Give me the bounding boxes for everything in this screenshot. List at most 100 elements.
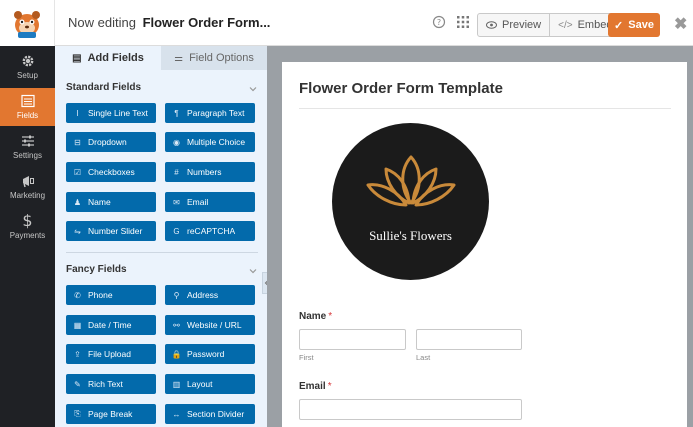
first-name-input[interactable] bbox=[299, 329, 406, 350]
chevron-down-icon[interactable] bbox=[248, 266, 258, 276]
slider-icon: ⇋ bbox=[74, 226, 81, 236]
grid-icon[interactable] bbox=[457, 16, 469, 28]
tab-add-fields-label: Add Fields bbox=[87, 52, 144, 64]
standard-fields-heading[interactable]: Standard Fields bbox=[66, 82, 141, 93]
field-label: Phone bbox=[88, 290, 113, 300]
field-dropdown[interactable]: ⊟ Dropdown bbox=[66, 132, 156, 152]
email-input[interactable] bbox=[299, 399, 522, 420]
layout-icon: ▥ bbox=[172, 379, 181, 389]
svg-text:?: ? bbox=[437, 18, 441, 27]
sliders-icon bbox=[21, 135, 34, 147]
pencil-icon: ✎ bbox=[74, 379, 81, 389]
tab-field-options-label: Field Options bbox=[189, 52, 254, 64]
map-pin-icon: ⚲ bbox=[173, 290, 180, 300]
field-label: Email bbox=[187, 197, 209, 207]
fancy-fields-heading[interactable]: Fancy Fields bbox=[66, 264, 127, 275]
field-section-divider[interactable]: ↔ Section Divider bbox=[165, 404, 255, 424]
field-date-time[interactable]: ▦ Date / Time bbox=[66, 315, 156, 335]
tab-field-options[interactable]: ⚌ Field Options bbox=[161, 46, 267, 70]
now-editing-text: Now editing Flower Order Form... bbox=[68, 15, 270, 30]
email-label-text: Email bbox=[299, 381, 326, 392]
field-label: Numbers bbox=[187, 167, 222, 177]
field-label: Name bbox=[88, 197, 111, 207]
chevron-down-icon[interactable] bbox=[248, 84, 258, 94]
megaphone-icon bbox=[22, 176, 34, 188]
help-icon[interactable]: ? bbox=[432, 15, 446, 29]
nav-settings[interactable]: Settings bbox=[0, 128, 55, 166]
name-label-text: Name bbox=[299, 311, 327, 322]
field-label: Page Break bbox=[88, 409, 133, 419]
brand-name: Sullie's Flowers bbox=[369, 228, 452, 243]
field-paragraph-text[interactable]: ¶ Paragraph Text bbox=[165, 103, 255, 123]
field-name[interactable]: ♟ Name bbox=[66, 192, 156, 212]
brand-logo[interactable]: Sullie's Flowers bbox=[332, 123, 489, 280]
bear-mascot-icon bbox=[14, 11, 40, 38]
nav-fields-label: Fields bbox=[16, 111, 39, 120]
nav-fields[interactable]: Fields bbox=[0, 88, 55, 126]
wpforms-logo[interactable] bbox=[0, 0, 55, 46]
field-multiple-choice[interactable]: ◉ Multiple Choice bbox=[165, 132, 255, 152]
last-name-input[interactable] bbox=[416, 329, 522, 350]
field-page-break[interactable]: ⎘ Page Break bbox=[66, 404, 156, 424]
top-bar: Now editing Flower Order Form... ? Previ… bbox=[0, 0, 693, 46]
nav-payments[interactable]: $ Payments bbox=[0, 208, 55, 246]
preview-button[interactable]: Preview bbox=[478, 14, 549, 36]
panel-tabs: ▤ Add Fields ⚌ Field Options bbox=[55, 46, 267, 70]
fields-icon bbox=[20, 94, 35, 108]
section-divider bbox=[66, 252, 258, 253]
google-icon: G bbox=[173, 226, 180, 236]
nav-setup-label: Setup bbox=[17, 71, 38, 80]
title-divider bbox=[299, 108, 671, 109]
list-icon: ▤ bbox=[72, 52, 82, 64]
phone-icon: ✆ bbox=[74, 290, 81, 300]
field-number-slider[interactable]: ⇋ Number Slider bbox=[66, 221, 156, 241]
field-phone[interactable]: ✆ Phone bbox=[66, 285, 156, 305]
field-label: Single Line Text bbox=[88, 108, 148, 118]
form-title[interactable]: Flower Order Form Template bbox=[299, 80, 503, 97]
close-icon[interactable]: ✖ bbox=[674, 14, 693, 33]
text-cursor-icon: I bbox=[76, 108, 79, 118]
checkbox-icon: ☑ bbox=[73, 167, 82, 177]
save-label: Save bbox=[628, 19, 654, 31]
save-button[interactable]: ✓ Save bbox=[608, 13, 660, 37]
field-numbers[interactable]: # Numbers bbox=[165, 162, 255, 182]
upload-icon: ⇪ bbox=[74, 349, 81, 359]
field-label: Layout bbox=[187, 379, 213, 389]
field-label: Password bbox=[187, 349, 225, 359]
field-label: File Upload bbox=[88, 349, 131, 359]
field-address[interactable]: ⚲ Address bbox=[165, 285, 255, 305]
required-mark: * bbox=[327, 381, 332, 392]
form-preview-card bbox=[282, 62, 687, 427]
nav-setup[interactable]: Setup bbox=[0, 48, 55, 86]
field-email[interactable]: ✉ Email bbox=[165, 192, 255, 212]
field-label: Checkboxes bbox=[88, 167, 135, 177]
calendar-icon: ▦ bbox=[73, 320, 82, 330]
radio-icon: ◉ bbox=[173, 137, 180, 147]
nav-payments-label: Payments bbox=[9, 231, 46, 240]
field-recaptcha[interactable]: GreCAPTCHA bbox=[165, 221, 255, 241]
email-field-label: Email * bbox=[299, 381, 332, 392]
paragraph-icon: ¶ bbox=[174, 108, 179, 118]
field-label: Dropdown bbox=[88, 137, 127, 147]
field-layout[interactable]: ▥ Layout bbox=[165, 374, 255, 394]
nav-marketing-label: Marketing bbox=[9, 191, 46, 200]
check-icon: ✓ bbox=[614, 19, 624, 32]
field-rich-text[interactable]: ✎ Rich Text bbox=[66, 374, 156, 394]
eye-icon bbox=[486, 21, 497, 29]
field-label: reCAPTCHA bbox=[187, 226, 236, 236]
field-checkboxes[interactable]: ☑ Checkboxes bbox=[66, 162, 156, 182]
user-icon: ♟ bbox=[73, 197, 82, 207]
field-website-url[interactable]: ⚯ Website / URL bbox=[165, 315, 255, 335]
name-field-label: Name * bbox=[299, 311, 332, 322]
required-mark: * bbox=[328, 311, 333, 322]
field-label: Number Slider bbox=[88, 226, 143, 236]
dollar-icon: $ bbox=[22, 211, 33, 230]
last-sublabel: Last bbox=[416, 353, 431, 362]
field-password[interactable]: 🔒 Password bbox=[165, 344, 255, 364]
nav-marketing[interactable]: Marketing bbox=[0, 168, 55, 206]
field-label: Address bbox=[187, 290, 219, 300]
tab-add-fields[interactable]: ▤ Add Fields bbox=[55, 46, 161, 70]
fields-panel: ▤ Add Fields ⚌ Field Options Standard Fi… bbox=[55, 46, 267, 427]
field-single-line-text[interactable]: I Single Line Text bbox=[66, 103, 156, 123]
field-file-upload[interactable]: ⇪ File Upload bbox=[66, 344, 156, 364]
